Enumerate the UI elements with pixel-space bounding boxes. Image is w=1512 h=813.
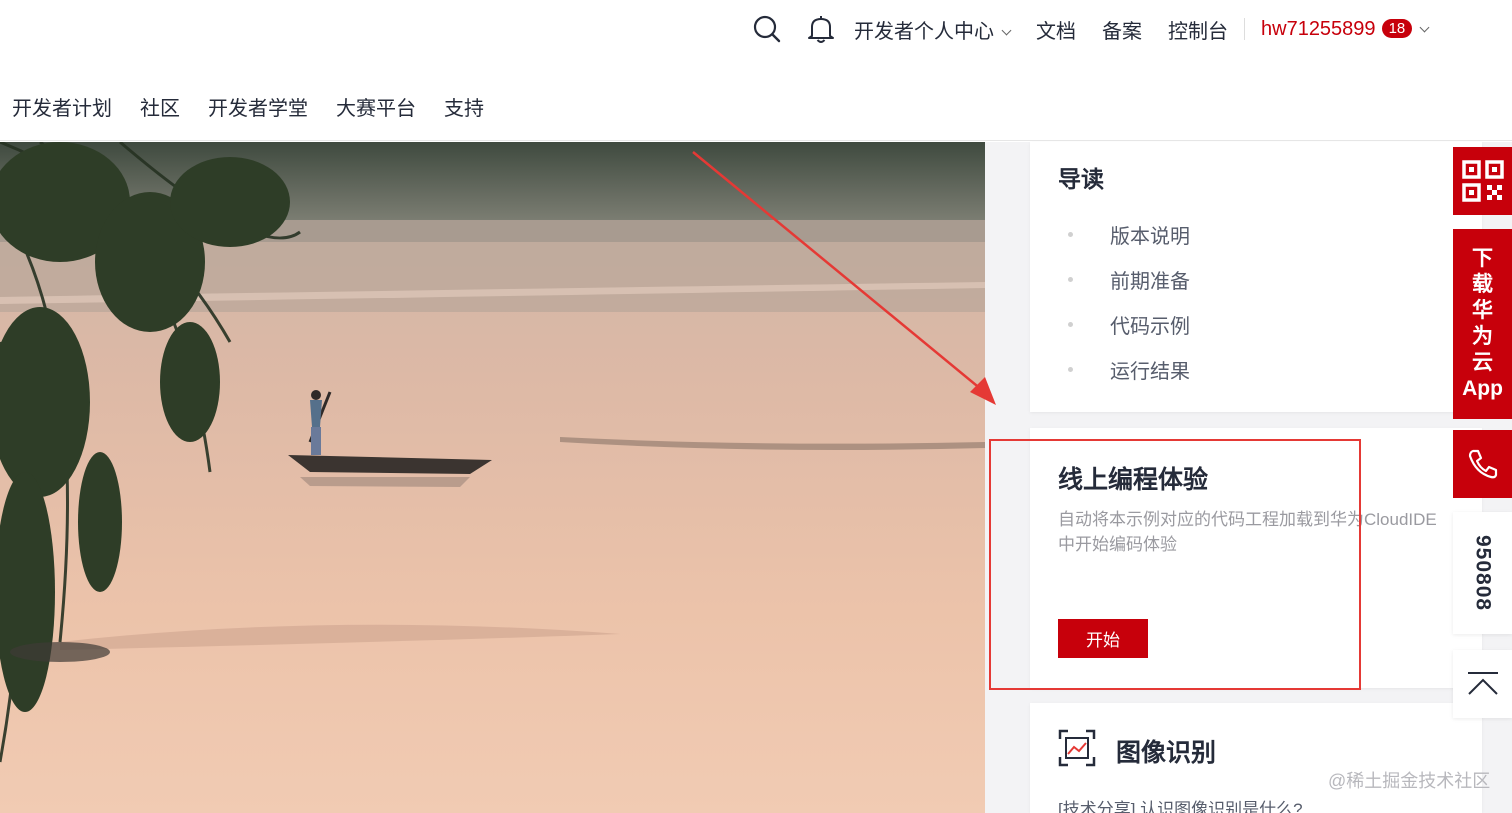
subnav-support[interactable]: 支持 <box>444 92 484 121</box>
toc-card: 导读 版本说明 前期准备 代码示例 运行结果 <box>1030 142 1482 412</box>
back-to-top-icon <box>1467 672 1498 695</box>
subnav-developer-plan[interactable]: 开发者计划 <box>12 92 112 121</box>
username: hw71255899 <box>1261 17 1376 40</box>
nav-filing[interactable]: 备案 <box>1102 15 1142 44</box>
toc-item-result[interactable]: 运行结果 <box>1068 347 1190 392</box>
qr-code-icon <box>1461 160 1504 202</box>
online-ide-title: 线上编程体验 <box>1058 466 1209 494</box>
image-recognition-card: 图像识别 [技术分享] 认识图像识别是什么? <box>1030 703 1482 813</box>
image-recognition-title: 图像识别 <box>1116 739 1217 767</box>
nav-developer-center[interactable]: 开发者个人中心 <box>854 15 1012 44</box>
download-app-label: 载 <box>1472 273 1493 296</box>
bullet-icon <box>1068 367 1073 372</box>
hotline-number-text: 950808 <box>1471 534 1495 612</box>
watermark: @稀土掘金技术社区 <box>1328 771 1491 791</box>
search-icon[interactable] <box>750 12 784 46</box>
toc-item-version[interactable]: 版本说明 <box>1068 212 1190 257</box>
download-app-label: 云 <box>1472 351 1493 374</box>
subnav-community[interactable]: 社区 <box>140 92 180 121</box>
toc-item-label: 版本说明 <box>1110 226 1190 248</box>
image-recognition-icon <box>1058 729 1096 767</box>
download-app-label: 为 <box>1472 325 1493 348</box>
nav-console[interactable]: 控制台 <box>1168 15 1228 44</box>
toc-item-label: 运行结果 <box>1110 361 1190 383</box>
banner-image <box>0 142 985 813</box>
page: 开发者个人中心 文档 备案 控制台 hw71255899 18 开发者计划 社区 … <box>0 0 1512 813</box>
toc-item-preparation[interactable]: 前期准备 <box>1068 257 1190 302</box>
toc-item-label: 代码示例 <box>1110 316 1190 338</box>
notification-badge: 18 <box>1381 18 1413 38</box>
bell-icon[interactable] <box>804 12 838 46</box>
bullet-icon <box>1068 322 1073 327</box>
bullet-icon <box>1068 232 1073 237</box>
phone-button[interactable] <box>1453 430 1512 498</box>
download-app-label: 华 <box>1472 299 1493 322</box>
subnav-competition[interactable]: 大赛平台 <box>336 92 416 121</box>
article-link[interactable]: [技术分享] 认识图像识别是什么? <box>1058 795 1303 813</box>
online-ide-card: 线上编程体验 自动将本示例对应的代码工程加载到华为CloudIDE中开始编码体验… <box>1030 428 1482 688</box>
toc-item-label: 前期准备 <box>1110 271 1190 293</box>
chevron-down-icon <box>1419 22 1430 32</box>
download-app-label: 下 <box>1472 247 1493 270</box>
back-to-top-button[interactable] <box>1453 650 1512 718</box>
chevron-down-icon <box>1001 25 1012 35</box>
sub-nav: 开发者计划 社区 开发者学堂 大赛平台 支持 <box>12 92 512 121</box>
toc-title: 导读 <box>1058 166 1104 192</box>
nav-developer-center-label: 开发者个人中心 <box>854 20 994 43</box>
divider <box>1244 18 1245 40</box>
start-button[interactable]: 开始 <box>1058 619 1148 658</box>
user-menu[interactable]: hw71255899 18 <box>1261 17 1430 41</box>
download-app-label: App <box>1462 377 1503 400</box>
bullet-icon <box>1068 277 1073 282</box>
online-ide-description: 自动将本示例对应的代码工程加载到华为CloudIDE中开始编码体验 <box>1058 510 1437 554</box>
site-header: 开发者个人中心 文档 备案 控制台 hw71255899 18 开发者计划 社区 … <box>0 0 1512 141</box>
subnav-academy[interactable]: 开发者学堂 <box>208 92 308 121</box>
download-app-button[interactable]: 下 载 华 为 云 App <box>1453 229 1512 419</box>
phone-icon <box>1468 449 1497 479</box>
toc-list: 版本说明 前期准备 代码示例 运行结果 <box>1068 212 1190 392</box>
hotline-number: 950808 <box>1453 512 1512 634</box>
nav-docs[interactable]: 文档 <box>1036 15 1076 44</box>
top-nav: 开发者个人中心 文档 备案 控制台 hw71255899 18 <box>750 12 1430 46</box>
toc-item-code-sample[interactable]: 代码示例 <box>1068 302 1190 347</box>
qr-code-button[interactable] <box>1453 147 1512 215</box>
